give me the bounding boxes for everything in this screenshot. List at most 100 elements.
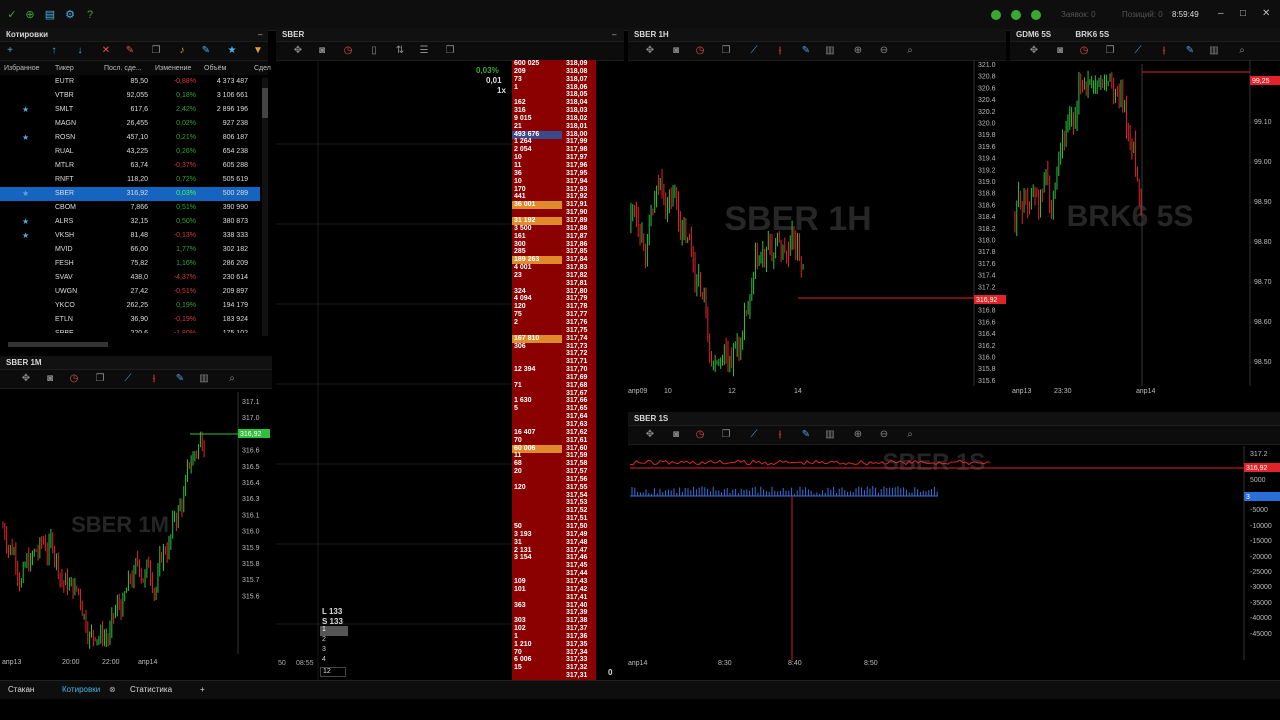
- orderbook-price[interactable]: 317,68: [566, 382, 587, 390]
- drag-icon[interactable]: ✥: [20, 373, 32, 385]
- orderbook-volume[interactable]: 31: [512, 539, 562, 547]
- line-tool-icon[interactable]: ⟋: [748, 45, 760, 57]
- orderbook-price[interactable]: 317,31: [566, 672, 587, 680]
- drag-icon[interactable]: ✥: [292, 45, 304, 57]
- orderbook-price[interactable]: 317,46: [566, 554, 587, 562]
- orderbook-price[interactable]: 317,54: [566, 492, 587, 500]
- orderbook-price[interactable]: 317,58: [566, 460, 587, 468]
- orderbook-price[interactable]: 317,70: [566, 366, 587, 374]
- orderbook-price[interactable]: 317,81: [566, 280, 587, 288]
- qty-option[interactable]: 1: [320, 626, 348, 636]
- copy-icon[interactable]: ❐: [150, 45, 162, 57]
- orderbook-volume[interactable]: [512, 476, 562, 484]
- zoom-icon[interactable]: ⌕: [904, 429, 916, 441]
- orderbook-volume[interactable]: 68: [512, 460, 562, 468]
- copy-icon[interactable]: ❐: [720, 45, 732, 57]
- table-row[interactable]: ETLN 36,90 -0,19% 183 924: [0, 313, 260, 327]
- orderbook-volume[interactable]: 6 006: [512, 656, 562, 664]
- candles-icon[interactable]: ⫲: [774, 45, 786, 57]
- col-volume[interactable]: Объём: [204, 65, 226, 72]
- favorite-star-icon[interactable]: ★: [22, 215, 29, 229]
- orderbook-volume[interactable]: 1 210: [512, 641, 562, 649]
- orderbook-price[interactable]: 317,92: [566, 193, 587, 201]
- orderbook-volume[interactable]: 9 015: [512, 115, 562, 123]
- orderbook-price[interactable]: 317,59: [566, 452, 587, 460]
- orderbook-volume[interactable]: 31 192: [512, 216, 562, 225]
- orderbook-volume[interactable]: 600 025: [512, 60, 562, 68]
- table-row[interactable]: ★ ROSN 457,10 0,21% 806 187: [0, 131, 260, 145]
- orderbook-price[interactable]: 318,04: [566, 99, 587, 107]
- orderbook-price[interactable]: 317,71: [566, 358, 587, 366]
- orderbook-volume[interactable]: 161: [512, 233, 562, 241]
- orderbook-price[interactable]: 317,48: [566, 539, 587, 547]
- indicator-icon[interactable]: ▥: [824, 45, 836, 57]
- orderbook-price[interactable]: 317,32: [566, 664, 587, 672]
- table-row[interactable]: SPBE 220,6 -1,80% 175 102: [0, 327, 260, 333]
- orderbook-volume[interactable]: [512, 515, 562, 523]
- orderbook-volume[interactable]: [512, 507, 562, 515]
- orderbook-price[interactable]: 317,94: [566, 178, 587, 186]
- sber-1h-tab[interactable]: SBER 1H: [628, 28, 1006, 42]
- orderbook-price[interactable]: 317,37: [566, 625, 587, 633]
- col-ticker[interactable]: Тикер: [55, 65, 74, 72]
- orderbook-price[interactable]: 317,36: [566, 633, 587, 641]
- orderbook-price[interactable]: 318,03: [566, 107, 587, 115]
- check-icon[interactable]: ✓: [6, 9, 18, 21]
- drag-icon[interactable]: ✥: [1028, 45, 1040, 57]
- orderbook-price[interactable]: 317,96: [566, 162, 587, 170]
- table-row[interactable]: ★ SBER 316,92 0,03% 500 289: [0, 187, 260, 201]
- orderbook-price[interactable]: 317,47: [566, 547, 587, 555]
- orderbook-volume[interactable]: 493 676: [512, 130, 562, 139]
- orderbook-volume[interactable]: 4 001: [512, 264, 562, 272]
- qty-option[interactable]: 2: [320, 636, 348, 646]
- orderbook-volume[interactable]: 2: [512, 319, 562, 327]
- orderbook-price[interactable]: 317,62: [566, 429, 587, 437]
- orderbook-price[interactable]: 317,40: [566, 602, 587, 610]
- arrow-down-icon[interactable]: ↓: [74, 45, 86, 57]
- col-last[interactable]: Посл. сде...: [104, 65, 142, 72]
- sber-1m-chart[interactable]: SBER 1M317.1317.0316.8316.6316.5316.4316…: [0, 392, 272, 676]
- col-deals[interactable]: Сдел: [254, 65, 271, 72]
- draw-icon[interactable]: ✎: [1184, 45, 1196, 57]
- table-row[interactable]: CBOM 7,866 0,51% 390 990: [0, 201, 260, 215]
- clock-icon[interactable]: ◷: [68, 373, 80, 385]
- copy-icon[interactable]: ❐: [94, 373, 106, 385]
- favorite-star-icon[interactable]: ★: [22, 103, 29, 117]
- orderbook-volume[interactable]: 15: [512, 664, 562, 672]
- table-row[interactable]: MAGN 26,455 0,02% 927 238: [0, 117, 260, 131]
- brk-chart[interactable]: BRK6 5S99.2599.1099.0098.9098.8098.7098.…: [1010, 60, 1280, 406]
- orderbook-price[interactable]: 318,01: [566, 123, 587, 131]
- close-tab-icon[interactable]: ⊗: [109, 685, 116, 694]
- tab-gdm[interactable]: GDM6 5S: [1016, 30, 1051, 39]
- orderbook-price[interactable]: 317,84: [566, 256, 587, 264]
- orderbook-price[interactable]: 317,73: [566, 343, 587, 351]
- candles-icon[interactable]: ⫲: [774, 429, 786, 441]
- orderbook-price[interactable]: 317,35: [566, 641, 587, 649]
- orderbook-price[interactable]: 317,55: [566, 484, 587, 492]
- orderbook-price[interactable]: 318,08: [566, 68, 587, 76]
- orderbook-tab[interactable]: SBER: [276, 28, 624, 42]
- orderbook-ladder[interactable]: 600 025 318,09 209 318,08 73 318,07 1 318,06 318…: [512, 60, 596, 680]
- copy-icon[interactable]: ❐: [1104, 45, 1116, 57]
- qty-option[interactable]: 4: [320, 656, 348, 666]
- orderbook-volume[interactable]: 71: [512, 382, 562, 390]
- orderbook-price[interactable]: 318,07: [566, 76, 587, 84]
- drag-icon[interactable]: ✥: [644, 429, 656, 441]
- orderbook-price[interactable]: 317,42: [566, 586, 587, 594]
- orderbook-price[interactable]: 317,79: [566, 295, 587, 303]
- indicator-icon[interactable]: ▥: [198, 373, 210, 385]
- orderbook-volume[interactable]: 16 407: [512, 429, 562, 437]
- copy-icon[interactable]: ❐: [720, 429, 732, 441]
- orderbook-price[interactable]: 317,93: [566, 186, 587, 194]
- orderbook-volume[interactable]: 162: [512, 99, 562, 107]
- minimize-icon[interactable]: –: [1218, 8, 1224, 19]
- orderbook-volume[interactable]: 441: [512, 193, 562, 201]
- orderbook-price[interactable]: 317,86: [566, 241, 587, 249]
- orderbook-volume[interactable]: [512, 499, 562, 507]
- orderbook-price[interactable]: 317,56: [566, 476, 587, 484]
- orderbook-price[interactable]: 317,64: [566, 413, 587, 421]
- star-icon[interactable]: ★: [226, 45, 238, 57]
- orderbook-volume[interactable]: 11: [512, 162, 562, 170]
- tab-orderbook[interactable]: Стакан: [8, 685, 34, 694]
- zoom-icon[interactable]: ⌕: [1236, 45, 1248, 57]
